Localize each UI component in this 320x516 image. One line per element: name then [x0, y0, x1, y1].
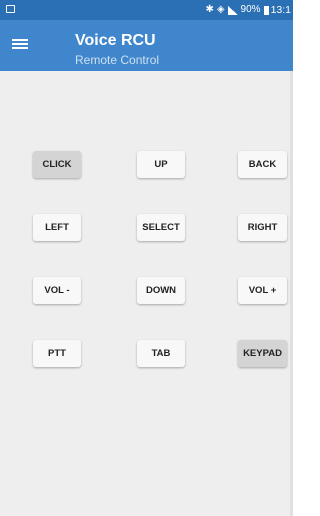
signal-icon: [227, 5, 238, 15]
battery-percent: 90%: [240, 4, 261, 15]
panel-edge: [290, 71, 293, 516]
select-button[interactable]: SELECT: [137, 214, 185, 241]
battery-icon: [263, 5, 269, 15]
back-button[interactable]: BACK: [238, 151, 287, 178]
volume-up-button[interactable]: VOL +: [238, 277, 287, 304]
status-bar: ✱ ◈ 90% 13:1: [0, 0, 293, 20]
app-toolbar: Voice RCU Remote Control: [0, 20, 293, 71]
left-button[interactable]: LEFT: [33, 214, 81, 241]
ptt-button[interactable]: PTT: [33, 340, 81, 367]
up-button[interactable]: UP: [137, 151, 185, 178]
notification-icon: [6, 5, 15, 13]
clock: 13:1: [270, 4, 291, 16]
wifi-icon: ◈: [216, 4, 225, 15]
app-title: Voice RCU: [75, 32, 156, 49]
right-button[interactable]: RIGHT: [238, 214, 287, 241]
remote-control-panel: CLICK UP BACK LEFT SELECT RIGHT VOL - DO…: [0, 71, 293, 516]
down-button[interactable]: DOWN: [137, 277, 185, 304]
tab-button[interactable]: TAB: [137, 340, 185, 367]
volume-down-button[interactable]: VOL -: [33, 277, 81, 304]
bluetooth-icon: ✱: [205, 4, 214, 15]
status-indicators: ✱ ◈ 90% 13:1: [202, 2, 291, 18]
hamburger-menu-icon[interactable]: [12, 36, 28, 50]
click-button[interactable]: CLICK: [33, 151, 81, 178]
app-subtitle: Remote Control: [75, 53, 160, 67]
app-screen: ✱ ◈ 90% 13:1 Voice RCU Remote Control CL…: [0, 0, 293, 516]
keypad-button[interactable]: KEYPAD: [238, 340, 287, 367]
